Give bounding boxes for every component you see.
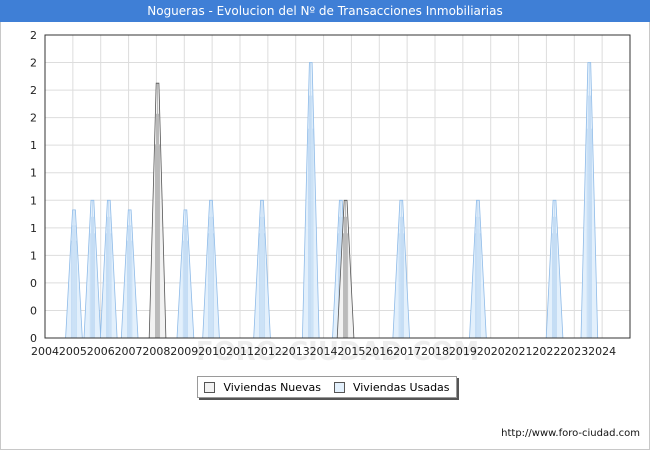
x-tick-label: 2016 — [365, 345, 393, 358]
x-tick-label: 2023 — [560, 345, 588, 358]
footer-url: http://www.foro-ciudad.com — [501, 428, 640, 439]
y-tick-label: 1 — [30, 139, 37, 152]
x-tick-label: 2021 — [505, 345, 533, 358]
x-tick-label: 2018 — [421, 345, 449, 358]
y-tick-label: 2 — [30, 112, 37, 125]
x-tick-label: 2006 — [87, 345, 115, 358]
legend-item-usadas: Viviendas Usadas — [333, 380, 450, 394]
x-tick-label: 2004 — [31, 345, 59, 358]
x-tick-label: 2012 — [254, 345, 282, 358]
chart-legend: Viviendas Nuevas Viviendas Usadas — [197, 376, 457, 398]
plot-area: FORO-CIUDAD.COM0001111122222004 2005 2006 2… — [30, 29, 631, 367]
legend-item-nuevas: Viviendas Nuevas — [204, 381, 321, 394]
x-tick-label: 2022 — [532, 345, 560, 358]
x-tick-label: 2007 — [115, 345, 143, 358]
x-tick-label: 2010 — [198, 345, 226, 358]
x-tick-label: 2019 — [449, 345, 477, 358]
y-tick-label: 1 — [30, 249, 37, 262]
x-tick-label: 2008 — [142, 345, 170, 358]
y-tick-label: 1 — [30, 194, 37, 207]
y-tick-label: 0 — [30, 332, 37, 345]
legend-swatch-usadas — [333, 381, 345, 393]
x-tick-label: 2020 — [477, 345, 505, 358]
legend-label-nuevas: Viviendas Nuevas — [223, 380, 322, 394]
x-tick-label: 2005 — [59, 345, 87, 358]
y-tick-label: 1 — [30, 222, 37, 235]
y-tick-label: 1 — [30, 167, 37, 180]
legend-label-usadas: Viviendas Usadas — [352, 380, 450, 394]
y-tick-label: 0 — [30, 304, 37, 317]
y-tick-label: 2 — [30, 84, 37, 97]
x-tick-label: 2011 — [226, 345, 254, 358]
x-tick-label: 2009 — [170, 345, 198, 358]
x-tick-label: 2017 — [393, 345, 421, 358]
legend-swatch-nuevas — [204, 381, 216, 393]
x-tick-label: 2013 — [282, 345, 310, 358]
y-tick-label: 0 — [30, 277, 37, 290]
y-tick-label: 2 — [30, 57, 37, 70]
x-tick-label: 2014 — [310, 345, 338, 358]
x-tick-label: 2015 — [337, 345, 365, 358]
y-tick-label: 2 — [30, 29, 37, 42]
x-tick-label: 2024 — [588, 345, 616, 358]
